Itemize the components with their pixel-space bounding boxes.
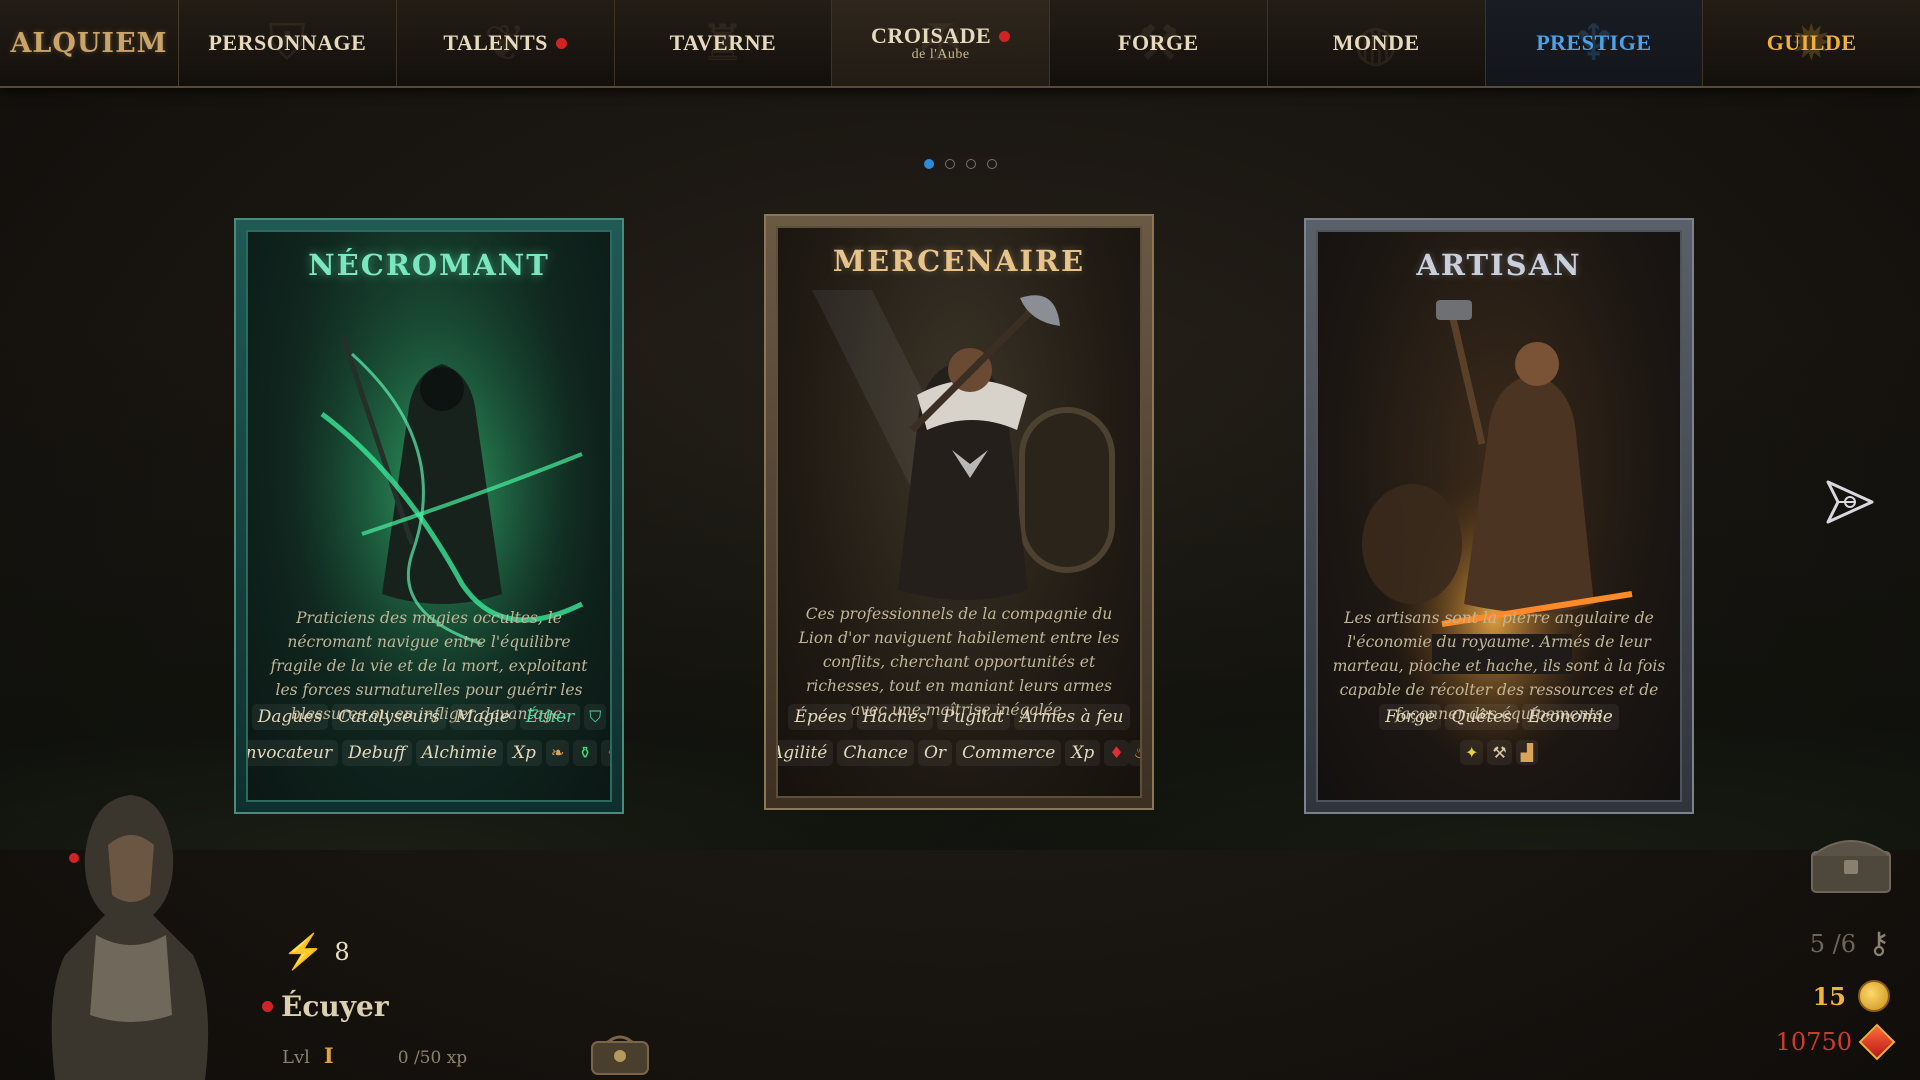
tag: Commerce [956, 740, 1062, 766]
class-card-artisan[interactable]: ARTISAN Les artisans sont la pierre angu… [1304, 218, 1694, 814]
card-title: MERCENAIRE [832, 244, 1086, 278]
card-title: NÉCROMANT [308, 248, 550, 282]
nav-personnage[interactable]: ⛨ PERSONNAGE [179, 0, 397, 86]
tag: Haches [856, 704, 933, 730]
energy-value: 8 [334, 938, 350, 966]
notification-dot [69, 853, 79, 863]
pager-dot[interactable] [945, 159, 955, 169]
tag: Alchimie [415, 740, 503, 766]
nav-prestige[interactable]: ♆ PRESTIGE [1485, 0, 1704, 86]
card-frame: ARTISAN Les artisans sont la pierre angu… [1316, 230, 1682, 802]
tag: Magie [449, 704, 516, 730]
pager-dot[interactable] [987, 159, 997, 169]
nav-label: TAVERNE [669, 30, 777, 55]
key-icon: ⚷ [1868, 926, 1890, 961]
player-rank: Écuyer [262, 990, 389, 1023]
nav-label: PERSONNAGE [208, 30, 367, 55]
next-page-arrow-icon[interactable] [1822, 474, 1878, 530]
card-title: ARTISAN [1416, 248, 1582, 282]
rank-name[interactable]: Écuyer [281, 990, 389, 1023]
gems-value: 10750 [1775, 1028, 1852, 1056]
tag-row: Invocateur Debuff Alchimie Xp ❧ ⚱ ♦ [248, 740, 610, 766]
inventory-bag-icon[interactable] [588, 1034, 652, 1076]
notification-dot [999, 30, 1011, 42]
tag: Chance [837, 740, 914, 766]
sparkle-icon: ✦ [1459, 740, 1484, 765]
flame-icon: ♨ [1128, 740, 1140, 766]
nav-taverne[interactable]: ♜ TAVERNE [615, 0, 833, 86]
nav-croisade[interactable]: ✠ CROISADE de l'Aube [832, 0, 1050, 86]
anvil-icon: ▟ [1515, 740, 1539, 765]
xp-value: 0 /50 xp [397, 1048, 468, 1068]
tag: Éther [519, 704, 581, 730]
shield-icon: ⛉ [584, 704, 607, 730]
tag: Forge [1379, 704, 1442, 730]
coins-value: 15 [1812, 981, 1846, 1011]
tag: Quêtes [1445, 704, 1518, 730]
gem-icon [1858, 1023, 1896, 1061]
blood-drop-icon: ♦ [1104, 740, 1129, 766]
card-frame: NÉCROMANT Praticiens des magies occultes… [246, 230, 612, 802]
tag-row: Épées Haches Pugilat Armes à feu [786, 704, 1132, 730]
nav-label: MONDE [1332, 30, 1420, 55]
nav-label: FORGE [1118, 30, 1199, 55]
nav-monde[interactable]: ◍ MONDE [1268, 0, 1486, 86]
tag-row: Agilité Chance Or Commerce Xp ♦ ♨ [778, 740, 1140, 766]
keys-counter: 5 /6 ⚷ [1810, 926, 1890, 961]
tag: Agilité [778, 740, 834, 766]
tag-row: Dagues Catalyseurs Magie Éther ⛉ [251, 704, 607, 730]
nav-label: CROISADE [871, 23, 992, 48]
coins-counter: 15 [1813, 980, 1890, 1012]
energy-counter: ⚡ 8 [282, 932, 350, 972]
tag-row: Forge Quêtes Économie [1326, 704, 1672, 730]
tag: Invocateur [248, 740, 339, 766]
class-card-necromant[interactable]: NÉCROMANT Praticiens des magies occultes… [234, 218, 624, 814]
tag: Xp [506, 740, 542, 766]
tag: Économie [1521, 704, 1619, 730]
class-card-mercenaire[interactable]: MERCENAIRE Ces professionnels de la comp… [764, 214, 1154, 810]
keys-value: 5 /6 [1809, 929, 1857, 958]
nav-sublabel: de l'Aube [911, 47, 970, 62]
tag-row: ✦ ⚒ ▟ [1326, 740, 1672, 765]
pager-dot-active[interactable] [924, 159, 934, 169]
tag: Pugilat [936, 704, 1010, 730]
gems-counter: 10750 [1775, 1023, 1896, 1061]
pager-dot[interactable] [966, 159, 976, 169]
nav-label: GUILDE [1766, 30, 1857, 55]
coin-icon [1858, 980, 1890, 1012]
tag: Or [917, 740, 953, 766]
level-label: Lvl [282, 1047, 310, 1068]
potion-icon: ⚱ [573, 740, 597, 766]
chest-icon[interactable] [1808, 834, 1894, 896]
level-value: I [323, 1043, 334, 1068]
nav-guilde[interactable]: ✹ GUILDE [1703, 0, 1920, 86]
carousel-pager [924, 159, 997, 169]
top-nav-bar: ALQUIEM ⛨ PERSONNAGE ❦ TALENTS ♜ TAVERNE… [0, 0, 1920, 88]
herb-icon: ❧ [545, 740, 570, 766]
tag: Épées [788, 704, 853, 730]
tag: Xp [1065, 740, 1101, 766]
game-logo[interactable]: ALQUIEM [0, 0, 179, 86]
tag: Debuff [342, 740, 412, 766]
tag: Armes à feu [1013, 704, 1130, 730]
lightning-icon: ⚡ [282, 932, 325, 972]
blood-drop-icon: ♦ [600, 740, 610, 766]
tag: Catalyseurs [332, 704, 446, 730]
notification-dot [555, 37, 567, 49]
card-frame: MERCENAIRE Ces professionnels de la comp… [776, 226, 1142, 798]
hammer-pick-icon: ⚒ [1487, 740, 1512, 765]
player-level: Lvl I 0 /50 xp [282, 1043, 467, 1068]
notification-dot [262, 1001, 273, 1012]
tag: Dagues [251, 704, 329, 730]
player-avatar[interactable] [36, 785, 226, 1080]
nav-label: PRESTIGE [1536, 30, 1652, 55]
nav-talents[interactable]: ❦ TALENTS [397, 0, 615, 86]
nav-label: TALENTS [443, 30, 548, 55]
nav-forge[interactable]: ⚒ FORGE [1050, 0, 1268, 86]
